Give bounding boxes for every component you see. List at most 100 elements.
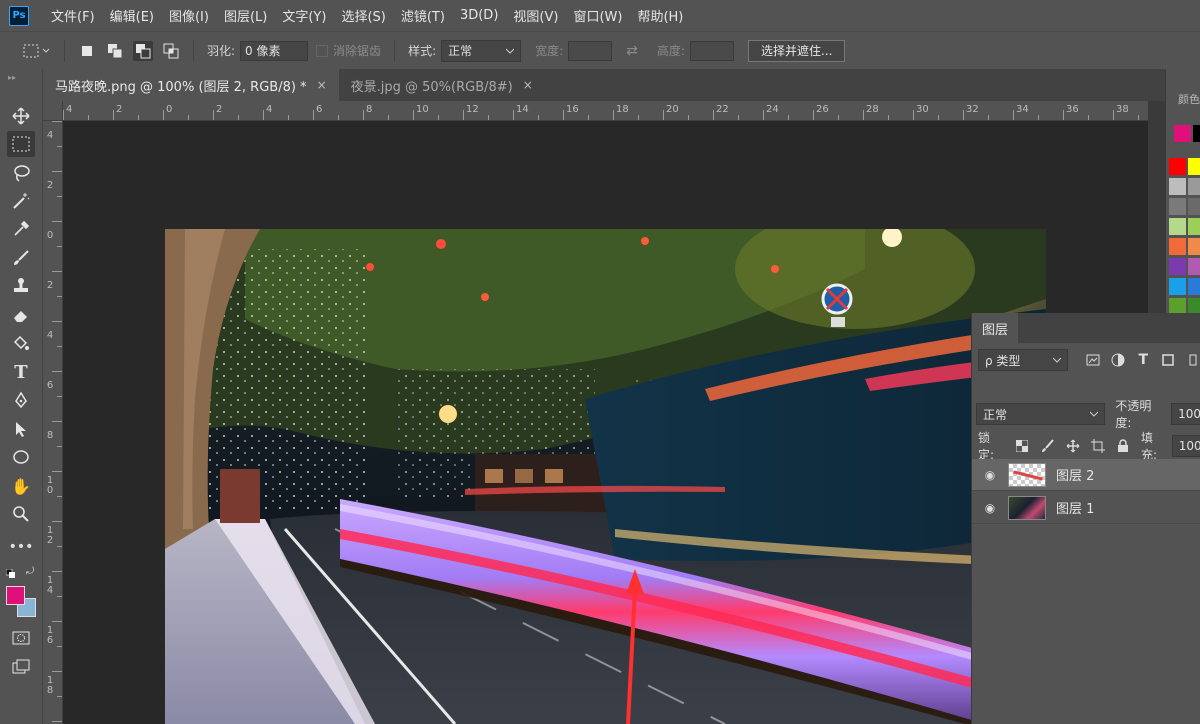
menu-help[interactable]: 帮助(H): [637, 6, 683, 25]
color-swatch[interactable]: [1169, 278, 1186, 295]
ruler-tick: [57, 446, 62, 447]
color-swatch[interactable]: [1188, 158, 1200, 175]
ruler-tick: [57, 146, 62, 147]
document-canvas[interactable]: [165, 229, 1046, 724]
layer-row-layer-1[interactable]: ◉ 图层 1: [972, 492, 1200, 524]
stamp-icon: [14, 278, 28, 292]
layer-filter-select[interactable]: ρ 类型: [978, 349, 1068, 371]
opacity-input[interactable]: 100: [1171, 403, 1200, 425]
ruler-label: 4: [46, 130, 54, 141]
ruler-label: 10: [416, 104, 429, 115]
color-swatch[interactable]: [1169, 198, 1186, 215]
move-tool[interactable]: [7, 103, 35, 129]
menu-file[interactable]: 文件(F): [51, 6, 95, 25]
intersect-selection-button[interactable]: [161, 41, 181, 61]
color-swatch[interactable]: [1188, 198, 1200, 215]
color-swatch[interactable]: [1169, 178, 1186, 195]
new-selection-button[interactable]: [77, 41, 97, 61]
menu-3d[interactable]: 3D(D): [460, 8, 498, 23]
color-swatch[interactable]: [1188, 278, 1200, 295]
menu-window[interactable]: 窗口(W): [573, 6, 622, 25]
lock-all-icon[interactable]: [1116, 438, 1131, 454]
add-selection-button[interactable]: [105, 41, 125, 61]
ruler-tick: [313, 110, 314, 120]
visibility-eye-icon[interactable]: ◉: [982, 501, 998, 515]
color-swatch[interactable]: [1188, 238, 1200, 255]
lock-transparent-pixels-icon[interactable]: [1015, 438, 1030, 454]
foreground-color-swatch[interactable]: [6, 586, 25, 605]
panel-foreground-swatch[interactable]: [1174, 125, 1191, 142]
marquee-preset-picker[interactable]: [22, 41, 52, 61]
lock-position-icon[interactable]: [1065, 438, 1080, 454]
filter-smart-object-icon[interactable]: [1186, 352, 1200, 368]
menu-image[interactable]: 图像(I): [169, 6, 209, 25]
tab-document-1[interactable]: 马路夜晚.png @ 100% (图层 2, RGB/8) * ×: [43, 69, 339, 101]
ruler-tick: [863, 110, 864, 120]
ruler-tick: [57, 546, 62, 547]
feather-input[interactable]: 0 像素: [240, 40, 309, 61]
rect-marquee-icon: [12, 136, 30, 152]
eyedropper-tool[interactable]: [7, 216, 35, 242]
close-icon[interactable]: ×: [523, 78, 533, 92]
filter-pixel-icon[interactable]: [1086, 352, 1101, 368]
rect-marquee-tool[interactable]: [7, 131, 35, 157]
color-swatch[interactable]: [1188, 258, 1200, 275]
stamp-tool[interactable]: [7, 273, 35, 299]
panel-background-swatch[interactable]: [1193, 125, 1200, 142]
zoom-tool[interactable]: [7, 501, 35, 527]
color-swatch[interactable]: [1169, 258, 1186, 275]
fill-input[interactable]: 100: [1171, 435, 1200, 457]
color-swatch[interactable]: [1188, 218, 1200, 235]
hand-tool[interactable]: ✋: [7, 473, 35, 499]
select-and-mask-button[interactable]: 选择并遮住...: [747, 39, 846, 62]
intersect-selection-icon: [163, 43, 179, 58]
ruler-tick: [1088, 115, 1089, 120]
color-swatch[interactable]: [1188, 178, 1200, 195]
ruler-label: 8: [366, 104, 373, 115]
ruler-tick: [288, 115, 289, 120]
magic-wand-tool[interactable]: [7, 188, 35, 214]
menu-edit[interactable]: 编辑(E): [110, 6, 154, 25]
screen-mode-button[interactable]: [7, 654, 35, 680]
filter-adjustment-icon[interactable]: [1111, 352, 1126, 368]
tab-layers[interactable]: 图层: [972, 313, 1019, 343]
ruler-label: 1 0: [46, 475, 54, 496]
style-select[interactable]: 正常: [441, 39, 522, 62]
paint-bucket-tool[interactable]: [7, 330, 35, 356]
collapse-toolbar-icon[interactable]: ▸▸: [8, 73, 16, 82]
lock-image-pixels-icon[interactable]: [1040, 438, 1055, 454]
filter-type-icon[interactable]: T: [1136, 352, 1151, 368]
visibility-eye-icon[interactable]: ◉: [982, 468, 998, 482]
quick-mask-button[interactable]: [7, 625, 35, 651]
menu-view[interactable]: 视图(V): [513, 6, 558, 25]
type-tool[interactable]: T: [7, 359, 35, 385]
menu-filter[interactable]: 滤镜(T): [401, 6, 445, 25]
blend-mode-select[interactable]: 正常: [976, 403, 1106, 425]
filter-shape-icon[interactable]: [1161, 352, 1176, 368]
menu-type[interactable]: 文字(Y): [282, 6, 326, 25]
tab-document-2[interactable]: 夜景.jpg @ 50%(RGB/8#) ×: [338, 69, 545, 101]
subtract-selection-button[interactable]: [133, 40, 153, 61]
menu-select[interactable]: 选择(S): [341, 6, 385, 25]
close-icon[interactable]: ×: [317, 78, 327, 92]
antialias-checkbox[interactable]: [316, 44, 329, 57]
layer-row-layer-2[interactable]: ◉ 图层 2: [972, 459, 1200, 491]
eraser-tool[interactable]: [7, 302, 35, 328]
ruler-label: 18: [616, 104, 629, 115]
brush-tool[interactable]: [7, 245, 35, 271]
color-swatch[interactable]: [1169, 158, 1186, 175]
swap-colors-icon[interactable]: ⤾: [26, 566, 34, 577]
lasso-tool[interactable]: [7, 160, 35, 186]
more-tools[interactable]: •••: [7, 534, 35, 560]
ellipse-tool[interactable]: [7, 444, 35, 470]
horizontal-ruler: 4 2 0 2 4 6 8 10 12 14 16 18 20 22 24 26…: [63, 101, 1148, 121]
default-colors-icon[interactable]: [5, 567, 15, 578]
path-selection-tool[interactable]: [7, 416, 35, 442]
lock-artboard-icon[interactable]: [1090, 438, 1106, 454]
pen-tool[interactable]: [7, 387, 35, 413]
menu-layer[interactable]: 图层(L): [224, 6, 267, 25]
document-tabs: 马路夜晚.png @ 100% (图层 2, RGB/8) * × 夜景.jpg…: [43, 69, 1165, 101]
color-swatch[interactable]: [1169, 218, 1186, 235]
color-swatch[interactable]: [1169, 238, 1186, 255]
add-selection-icon: [108, 43, 123, 58]
